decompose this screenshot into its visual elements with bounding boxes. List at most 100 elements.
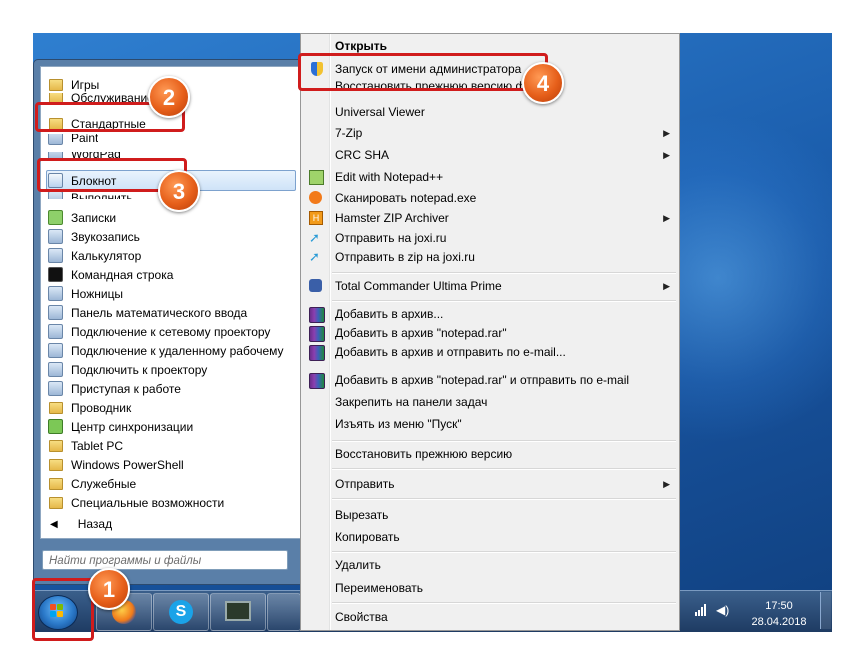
network-signal-icon[interactable] (695, 604, 709, 616)
program-item-sound-recorder[interactable]: Звукозапись (47, 227, 140, 246)
menu-item-universal-viewer[interactable]: Universal Viewer (304, 103, 676, 122)
program-item-getting-started[interactable]: Приступая к работе (47, 379, 181, 398)
menu-item-hamster-zip[interactable]: H Hamster ZIP Archiver ▶ (304, 209, 676, 228)
remote-desktop-icon (48, 343, 63, 358)
math-input-icon (48, 305, 63, 320)
winrar-icon (309, 373, 325, 389)
menu-separator (332, 272, 676, 274)
paint-icon (48, 134, 63, 145)
menu-item-add-to-archive[interactable]: Добавить в архив... (304, 305, 676, 324)
taskbar-notepad-button[interactable] (267, 593, 301, 631)
menu-item-crc-sha[interactable]: CRC SHA ▶ (304, 146, 676, 165)
program-item-games[interactable]: Игры (47, 75, 99, 94)
menu-separator (332, 468, 676, 470)
program-item-tablet-pc[interactable]: Tablet PC (47, 436, 123, 455)
notepadpp-icon (309, 170, 324, 185)
menu-separator (332, 440, 676, 442)
system-clock[interactable]: 17:50 28.04.2018 (744, 598, 814, 630)
program-item-network-projector[interactable]: Подключение к сетевому проектору (47, 322, 270, 341)
menu-item-copy[interactable]: Копировать (304, 528, 676, 547)
menu-item-restore-previous-version[interactable]: Восстановить прежнюю версию (304, 445, 676, 464)
menu-separator (332, 300, 676, 302)
folder-icon (49, 496, 63, 509)
program-item-explorer[interactable]: Проводник (47, 398, 131, 417)
taskbar-monitor-button[interactable] (210, 593, 266, 631)
network-projector-icon (48, 324, 63, 339)
show-desktop-button[interactable] (820, 592, 831, 629)
monitor-icon (225, 601, 251, 621)
menu-item-remove-from-start[interactable]: Изъять из меню "Пуск" (304, 415, 676, 434)
explorer-icon (49, 401, 63, 414)
all-programs-list: Игры Обслуживание Стандартные Paint Word… (40, 66, 304, 539)
menu-separator (332, 498, 676, 500)
program-item-calculator[interactable]: Калькулятор (47, 246, 141, 265)
menu-item-rename[interactable]: Переименовать (304, 579, 676, 598)
menu-item-avast-scan[interactable]: Сканировать notepad.exe (304, 189, 676, 208)
menu-item-joxi-send[interactable]: ➚ Отправить на joxi.ru (304, 229, 676, 248)
total-commander-icon (309, 279, 322, 292)
program-item-powershell[interactable]: Windows PowerShell (47, 455, 184, 474)
submenu-arrow-icon: ▶ (663, 479, 670, 489)
search-input[interactable]: Найти программы и файлы (42, 550, 288, 570)
hamster-icon: H (309, 211, 323, 225)
menu-item-add-to-notepad-rar[interactable]: Добавить в архив "notepad.rar" (304, 324, 676, 343)
step-badge-2: 2 (148, 76, 190, 118)
winrar-icon (309, 307, 325, 323)
menu-item-delete[interactable]: Удалить (304, 556, 676, 575)
menu-item-notepadpp[interactable]: Edit with Notepad++ (304, 168, 676, 187)
folder-icon (49, 458, 63, 471)
submenu-arrow-icon: ▶ (663, 150, 670, 160)
menu-item-pin-taskbar[interactable]: Закрепить на панели задач (304, 393, 676, 412)
program-item-remote-desktop[interactable]: Подключение к удаленному рабочему (47, 341, 284, 360)
menu-separator (332, 602, 676, 604)
program-item-sticky-notes[interactable]: Записки (47, 208, 116, 227)
folder-icon (49, 439, 63, 452)
folder-icon (49, 477, 63, 490)
menu-item-joxi-zip[interactable]: ➚ Отправить в zip на joxi.ru (304, 248, 676, 267)
joxi-icon: ➚ (309, 230, 320, 245)
menu-item-add-archive-email[interactable]: Добавить в архив и отправить по e-mail..… (304, 343, 676, 362)
program-item-paint[interactable]: Paint (47, 134, 98, 145)
menu-separator (332, 551, 676, 553)
joxi-icon: ➚ (309, 249, 320, 264)
winrar-icon (309, 326, 325, 342)
step-badge-4: 4 (522, 62, 564, 104)
step-badge-3: 3 (158, 170, 200, 212)
program-item-accessibility[interactable]: Специальные возможности (47, 493, 224, 512)
program-item-cmd[interactable]: Командная строка (47, 265, 173, 284)
calculator-icon (48, 248, 63, 263)
back-button[interactable]: ◀ Назад (47, 514, 112, 534)
menu-item-total-commander[interactable]: Total Commander Ultima Prime ▶ (304, 277, 676, 296)
program-item-sync-center[interactable]: Центр синхронизации (47, 417, 193, 436)
menu-item-cut[interactable]: Вырезать (304, 506, 676, 525)
start-menu: Игры Обслуживание Стандартные Paint Word… (33, 59, 304, 585)
run-icon (48, 191, 63, 199)
program-item-snipping-tool[interactable]: Ножницы (47, 284, 123, 303)
sticky-notes-icon (48, 210, 63, 225)
callout-box-1 (32, 578, 94, 641)
submenu-arrow-icon: ▶ (663, 128, 670, 138)
step-badge-1: 1 (88, 568, 130, 610)
callout-box-4 (298, 53, 548, 91)
volume-icon[interactable]: ◀) (716, 603, 729, 617)
menu-item-properties[interactable]: Свойства (304, 608, 676, 627)
getting-started-icon (48, 381, 63, 396)
submenu-arrow-icon: ▶ (663, 213, 670, 223)
avast-icon (309, 191, 322, 204)
menu-item-add-notepad-rar-email[interactable]: Добавить в архив "notepad.rar" и отправи… (304, 371, 676, 390)
program-item-system-tools[interactable]: Служебные (47, 474, 136, 493)
submenu-arrow-icon: ▶ (663, 281, 670, 291)
program-item-run[interactable]: Выполнить (47, 191, 133, 199)
program-item-math-input[interactable]: Панель математического ввода (47, 303, 247, 322)
microphone-icon (48, 229, 63, 244)
taskbar-skype-button[interactable]: S (153, 593, 209, 631)
back-arrow-icon: ◀ (50, 518, 58, 530)
projector-icon (48, 362, 63, 377)
menu-item-send-to[interactable]: Отправить ▶ (304, 475, 676, 494)
cmd-icon (48, 267, 63, 282)
folder-icon (49, 78, 63, 91)
scissors-icon (48, 286, 63, 301)
sync-center-icon (48, 419, 63, 434)
menu-item-7zip[interactable]: 7-Zip ▶ (304, 124, 676, 143)
program-item-connect-projector[interactable]: Подключить к проектору (47, 360, 207, 379)
